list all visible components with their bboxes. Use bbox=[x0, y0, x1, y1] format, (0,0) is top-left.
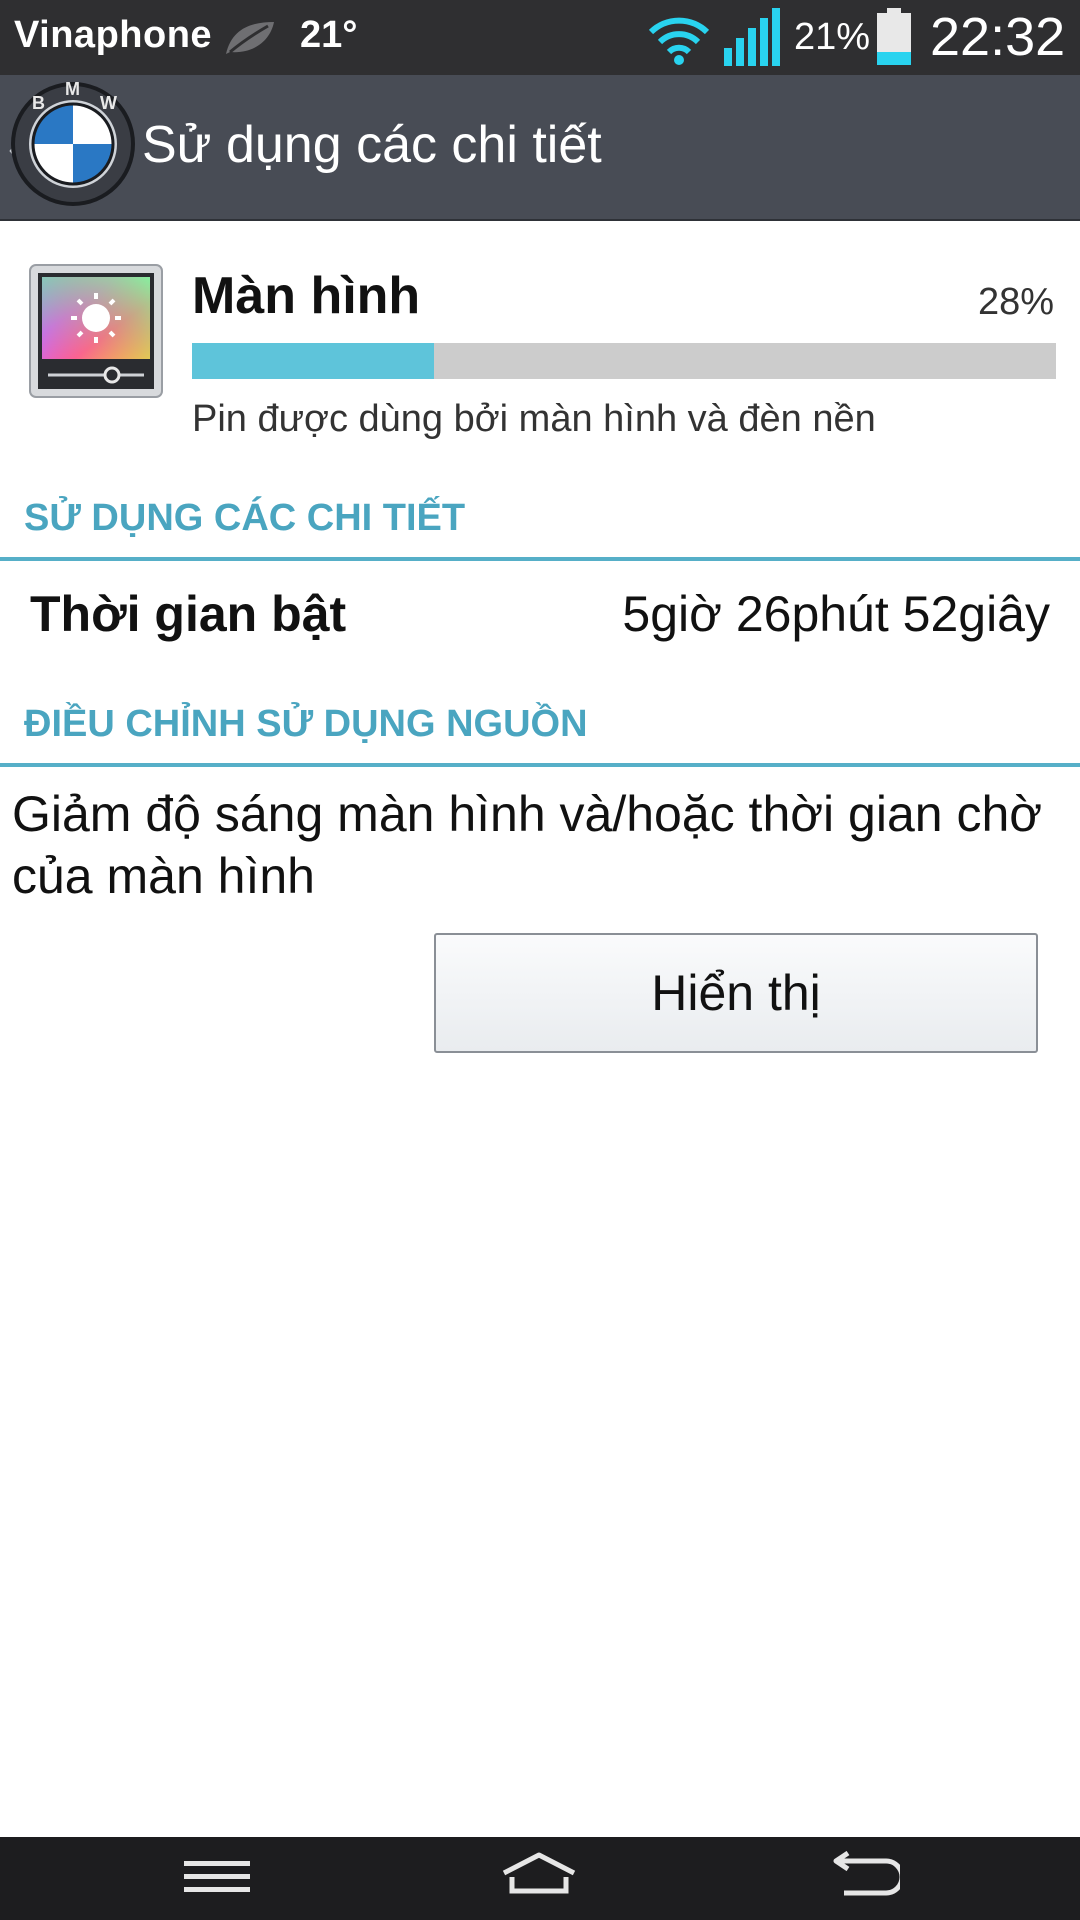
carrier-name: Vinaphone bbox=[14, 14, 213, 56]
status-bar: Vinaphone 21° 21% 22:32 bbox=[0, 0, 1080, 75]
usage-progress-fill bbox=[192, 343, 434, 379]
section-divider bbox=[0, 763, 1080, 767]
logo-letter-w: W bbox=[100, 93, 117, 113]
adjust-advice: Giảm độ sáng màn hình và/hoặc thời gian … bbox=[12, 786, 1043, 904]
on-time-value: 5giờ 26phút 52giây bbox=[622, 586, 1050, 642]
leaf-icon bbox=[226, 22, 274, 54]
menu-icon[interactable] bbox=[184, 1855, 250, 1899]
app-logo-icon[interactable]: B M W bbox=[8, 79, 138, 209]
usage-title: Màn hình bbox=[192, 267, 421, 325]
screen-brightness-icon bbox=[29, 264, 163, 398]
battery-percent: 21% bbox=[794, 16, 871, 58]
navigation-bar bbox=[0, 1837, 1080, 1920]
section-header-details: SỬ DỤNG CÁC CHI TIẾT bbox=[24, 497, 466, 539]
back-icon[interactable] bbox=[824, 1851, 900, 1903]
logo-letter-m: M bbox=[65, 79, 80, 99]
usage-description: Pin được dùng bởi màn hình và đèn nền bbox=[192, 398, 876, 440]
temperature: 21° bbox=[300, 14, 358, 56]
home-icon[interactable] bbox=[500, 1851, 578, 1901]
clock: 22:32 bbox=[930, 7, 1066, 67]
usage-progress-bar bbox=[192, 343, 1056, 379]
battery-icon bbox=[877, 8, 911, 65]
action-bar: B M W Sử dụng các chi tiết bbox=[0, 75, 1080, 221]
signal-icon bbox=[724, 8, 780, 66]
logo-letter-b: B bbox=[32, 93, 45, 113]
page-title: Sử dụng các chi tiết bbox=[142, 116, 602, 174]
section-divider bbox=[0, 557, 1080, 561]
on-time-label: Thời gian bật bbox=[30, 586, 347, 642]
usage-percent: 28% bbox=[977, 281, 1054, 323]
wifi-icon bbox=[648, 17, 710, 65]
display-settings-button[interactable]: Hiển thị bbox=[434, 933, 1038, 1053]
section-header-adjust: ĐIỀU CHỈNH SỬ DỤNG NGUỒN bbox=[24, 703, 588, 745]
